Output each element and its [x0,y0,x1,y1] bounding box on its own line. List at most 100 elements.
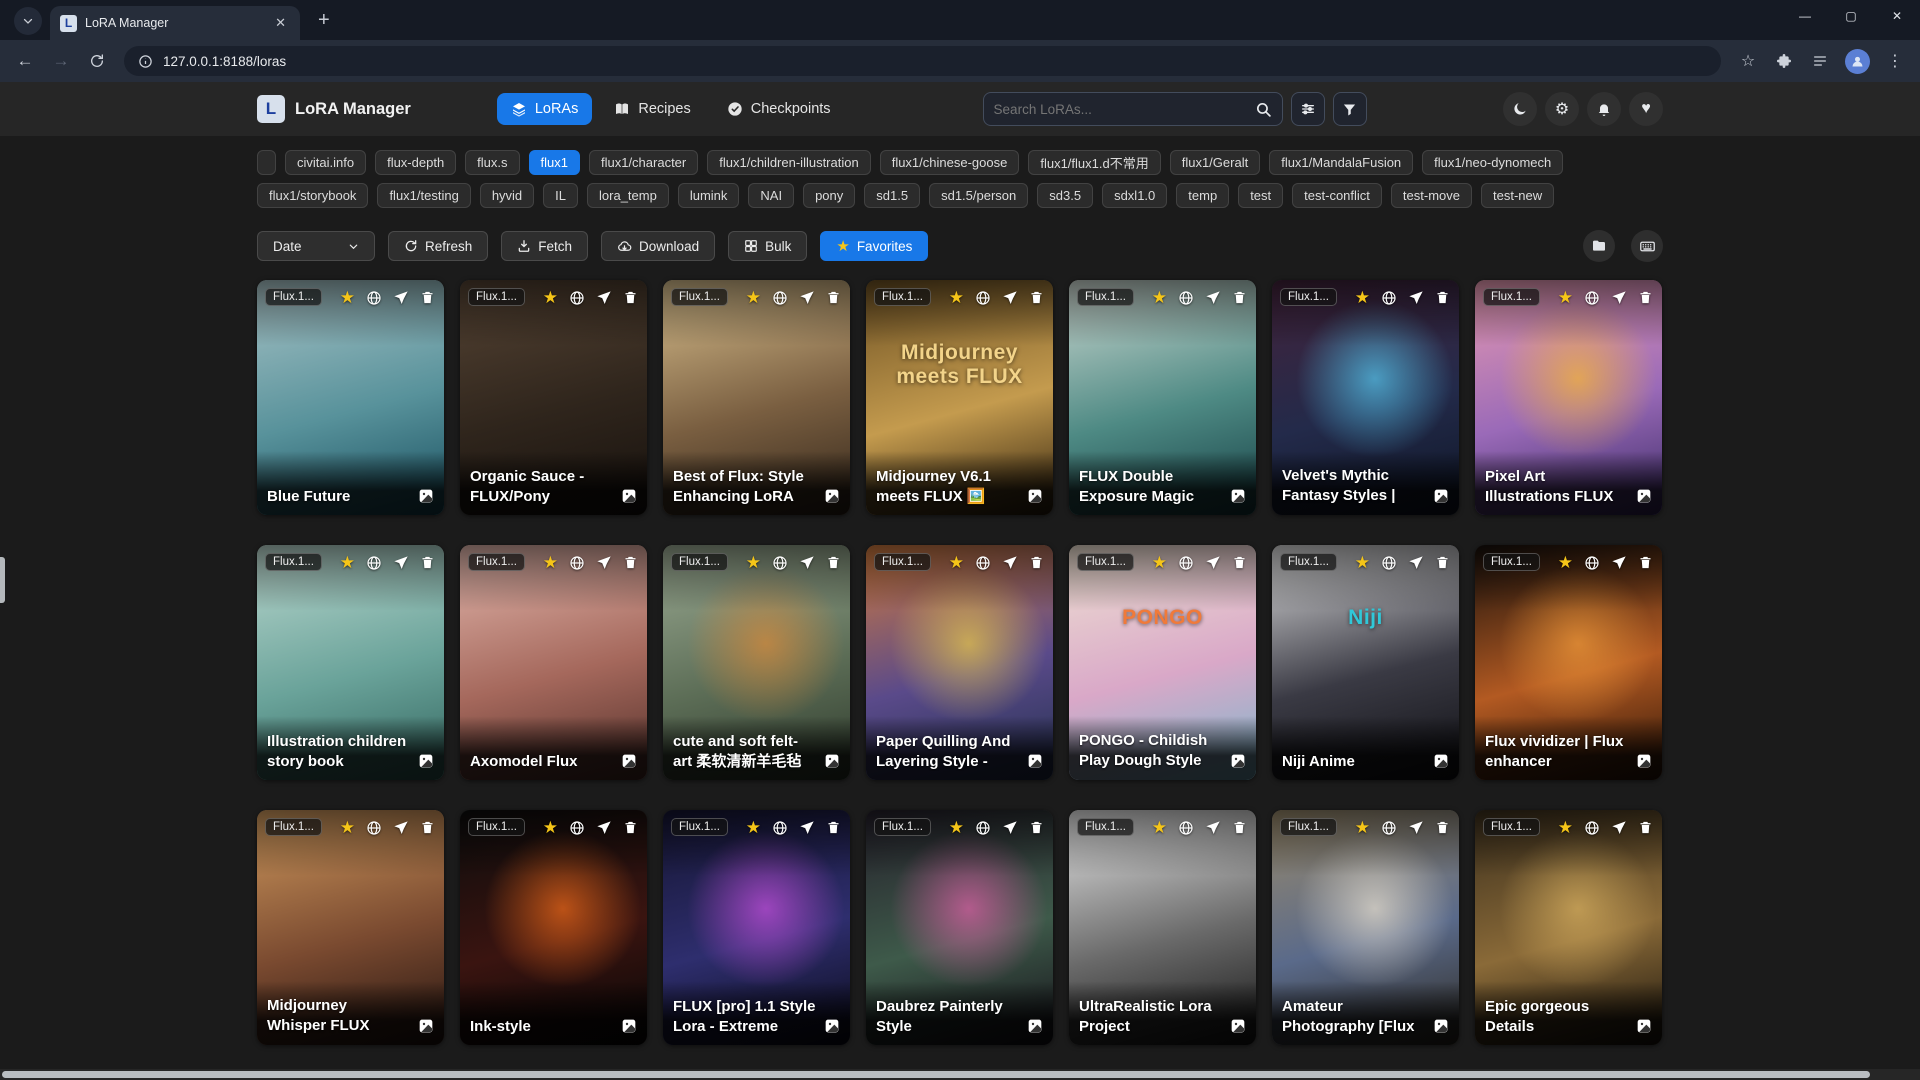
lora-card[interactable]: Flux.1... ★ FLUX Double Exposure Magic [1069,280,1256,515]
favorite-star-icon[interactable]: ★ [1558,819,1573,836]
favorite-star-icon[interactable]: ★ [1355,289,1370,306]
favorite-star-icon[interactable]: ★ [1558,289,1573,306]
favorite-star-icon[interactable]: ★ [543,819,558,836]
folder-tag[interactable]: flux1/flux1.d不常用 [1028,150,1160,175]
folder-tag[interactable]: temp [1176,183,1229,208]
trash-icon[interactable] [1435,290,1450,305]
lora-card[interactable]: Flux.1... ★ Illustration children story … [257,545,444,780]
lora-card[interactable]: Midjourney meets FLUX Flux.1... ★ Midjou… [866,280,1053,515]
search-options-sliders-icon[interactable] [1291,92,1325,126]
folder-tag[interactable]: test-conflict [1292,183,1382,208]
trash-icon[interactable] [1029,820,1044,835]
folder-tag[interactable]: test [1238,183,1283,208]
nav-tab-checkpoints[interactable]: Checkpoints [713,93,845,125]
favorite-star-icon[interactable]: ★ [949,554,964,571]
favorite-star-icon[interactable]: ★ [746,819,761,836]
globe-icon[interactable] [975,555,991,571]
trash-icon[interactable] [1232,555,1247,570]
globe-icon[interactable] [1381,820,1397,836]
image-icon[interactable] [824,753,840,769]
window-close-button[interactable]: ✕ [1874,0,1920,32]
folder-tag[interactable]: flux1/character [589,150,698,175]
favorite-star-icon[interactable]: ★ [1355,819,1370,836]
nav-tab-loras[interactable]: LoRAs [497,93,593,125]
image-icon[interactable] [621,753,637,769]
send-icon[interactable] [1611,820,1627,836]
favorite-star-icon[interactable]: ★ [1152,554,1167,571]
trash-icon[interactable] [1232,290,1247,305]
favorite-star-icon[interactable]: ★ [340,819,355,836]
folder-tag[interactable]: hyvid [480,183,534,208]
favorite-star-icon[interactable]: ★ [1558,554,1573,571]
image-icon[interactable] [1230,753,1246,769]
send-icon[interactable] [1002,555,1018,571]
favorite-star-icon[interactable]: ★ [1355,554,1370,571]
folder-tag[interactable]: flux1 [529,150,580,175]
lora-card[interactable]: Flux.1... ★ Axomodel Flux [460,545,647,780]
refresh-button[interactable]: Refresh [388,231,488,261]
image-icon[interactable] [418,1018,434,1034]
lora-card[interactable]: Flux.1... ★ Pixel Art Illustrations FLUX [1475,280,1662,515]
lora-card[interactable]: Flux.1... ★ UltraRealistic Lora Project [1069,810,1256,1045]
send-icon[interactable] [393,555,409,571]
lora-card[interactable]: Flux.1... ★ Blue Future [257,280,444,515]
trash-icon[interactable] [1638,290,1653,305]
trash-icon[interactable] [420,820,435,835]
globe-icon[interactable] [569,555,585,571]
globe-icon[interactable] [569,290,585,306]
folder-tag[interactable]: lumink [678,183,740,208]
lora-card[interactable]: Flux.1... ★ Midjourney Whisper FLUX LoRA [257,810,444,1045]
url-bar[interactable]: 127.0.0.1:8188/loras [124,46,1721,76]
folder-tag[interactable]: sd3.5 [1037,183,1093,208]
browser-tab[interactable]: L LoRA Manager ✕ [50,6,300,40]
send-icon[interactable] [799,820,815,836]
lora-card[interactable]: Flux.1... ★ Amateur Photography [Flux [1272,810,1459,1045]
window-maximize-button[interactable]: ▢ [1828,0,1874,32]
globe-icon[interactable] [1584,555,1600,571]
settings-gear-icon[interactable]: ⚙ [1545,92,1579,126]
send-icon[interactable] [393,820,409,836]
globe-icon[interactable] [366,555,382,571]
send-icon[interactable] [1002,820,1018,836]
folder-tag[interactable]: flux1/MandalaFusion [1269,150,1413,175]
send-icon[interactable] [1205,290,1221,306]
fetch-button[interactable]: Fetch [501,231,588,261]
globe-icon[interactable] [1178,820,1194,836]
trash-icon[interactable] [1029,555,1044,570]
trash-icon[interactable] [1232,820,1247,835]
folder-tag[interactable] [257,150,276,175]
send-icon[interactable] [596,555,612,571]
globe-icon[interactable] [1584,820,1600,836]
image-icon[interactable] [621,1018,637,1034]
lora-card[interactable]: Flux.1... ★ Paper Quilling And Layering … [866,545,1053,780]
favorite-star-icon[interactable]: ★ [746,554,761,571]
image-icon[interactable] [824,1018,840,1034]
bookmark-star-icon[interactable]: ☆ [1733,46,1763,76]
folder-icon[interactable] [1583,230,1615,262]
theme-moon-icon[interactable] [1503,92,1537,126]
bulk-button[interactable]: Bulk [728,231,807,261]
send-icon[interactable] [799,290,815,306]
image-icon[interactable] [1636,1018,1652,1034]
folder-tag[interactable]: sd1.5/person [929,183,1028,208]
favorite-star-icon[interactable]: ★ [746,289,761,306]
folder-tag[interactable]: sdxl1.0 [1102,183,1167,208]
globe-icon[interactable] [1381,290,1397,306]
folder-tag[interactable]: civitai.info [285,150,366,175]
send-icon[interactable] [1408,820,1424,836]
trash-icon[interactable] [1029,290,1044,305]
send-icon[interactable] [1408,290,1424,306]
search-icon[interactable] [1255,101,1272,118]
send-icon[interactable] [1002,290,1018,306]
favorite-star-icon[interactable]: ★ [1152,819,1167,836]
send-icon[interactable] [1205,820,1221,836]
trash-icon[interactable] [826,290,841,305]
favorites-filter-button[interactable]: ★ Favorites [820,231,928,261]
image-icon[interactable] [418,753,434,769]
reload-icon[interactable] [82,46,112,76]
image-icon[interactable] [1433,488,1449,504]
globe-icon[interactable] [1178,290,1194,306]
lora-card[interactable]: Flux.1... ★ Best of Flux: Style Enhancin… [663,280,850,515]
lora-card[interactable]: Niji Flux.1... ★ Niji Anime [1272,545,1459,780]
favorite-star-icon[interactable]: ★ [543,554,558,571]
